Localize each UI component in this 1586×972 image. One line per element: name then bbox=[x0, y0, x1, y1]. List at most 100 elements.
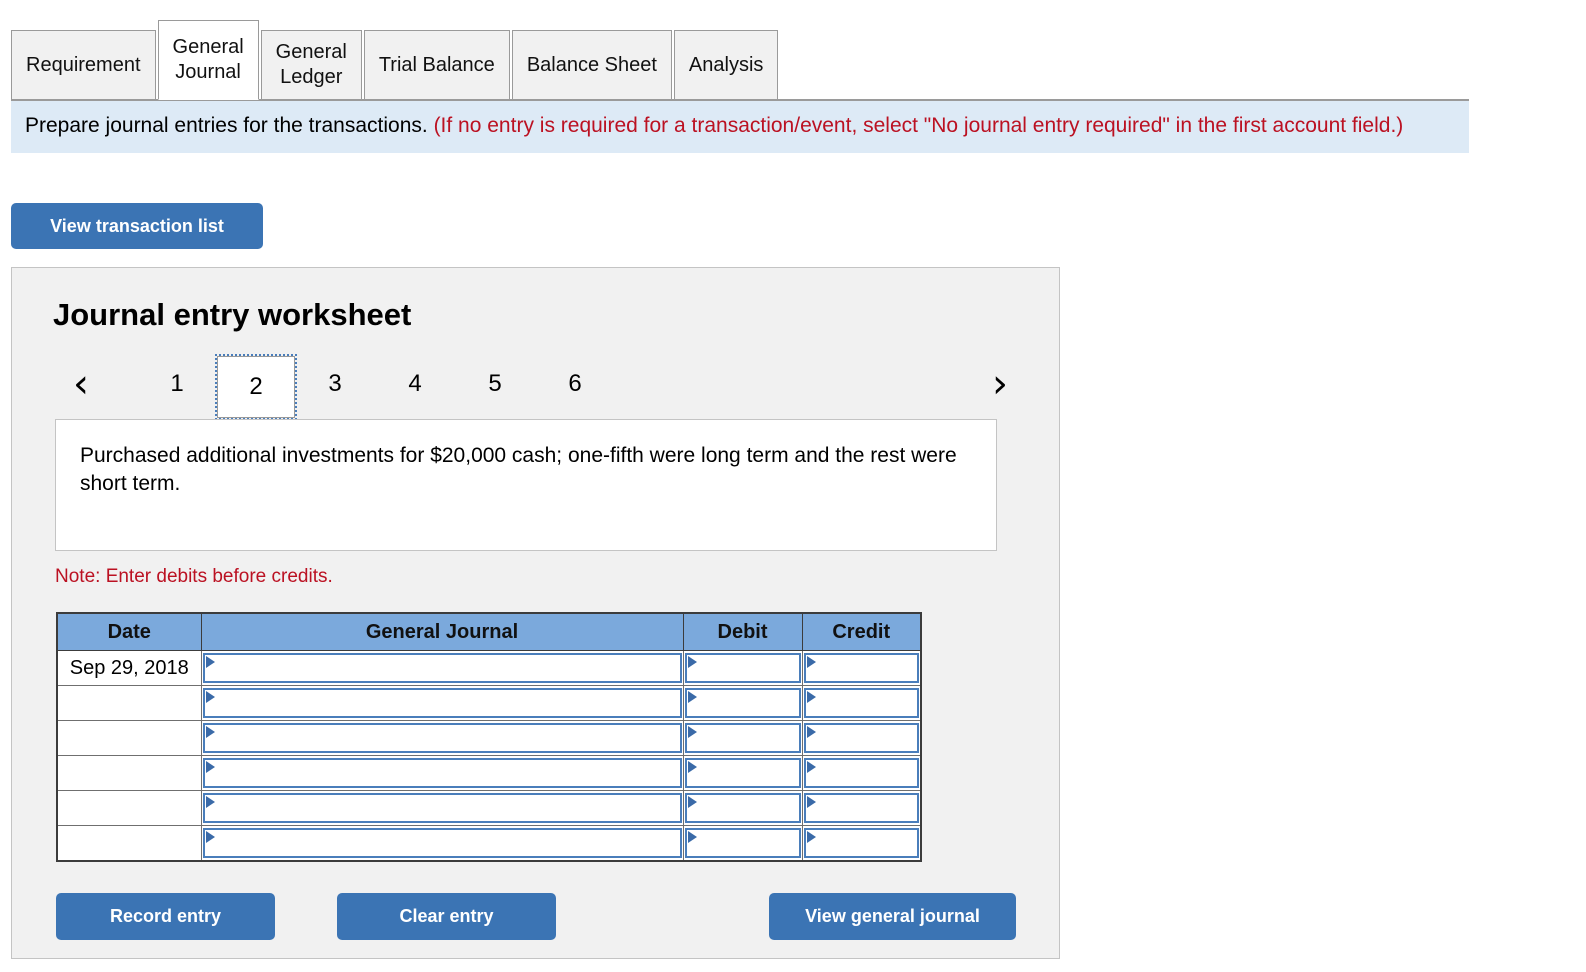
caret-right-icon bbox=[806, 830, 816, 843]
caret-right-icon bbox=[687, 795, 697, 808]
account-input-row-3[interactable] bbox=[202, 722, 682, 753]
record-entry-button[interactable]: Record entry bbox=[56, 893, 275, 940]
caret-right-icon bbox=[687, 830, 697, 843]
cell-general-journal bbox=[200, 755, 684, 791]
caret-right-icon bbox=[205, 725, 215, 738]
column-header-date: Date bbox=[56, 612, 202, 651]
column-header-general-journal: General Journal bbox=[200, 612, 684, 651]
debit-input-row-1[interactable] bbox=[684, 652, 801, 683]
cell-date bbox=[56, 790, 202, 826]
tab-trial-balance[interactable]: Trial Balance bbox=[363, 30, 510, 100]
account-input-row-4[interactable] bbox=[202, 757, 682, 788]
table-row bbox=[56, 825, 922, 862]
caret-right-icon bbox=[806, 655, 816, 668]
cell-debit bbox=[682, 720, 803, 756]
pager-page-1[interactable]: 1 bbox=[137, 356, 217, 412]
cell-credit bbox=[801, 685, 922, 721]
tab-general-ledger[interactable]: General Ledger bbox=[260, 30, 362, 100]
pager-page-3[interactable]: 3 bbox=[295, 356, 375, 412]
tab-balance-sheet[interactable]: Balance Sheet bbox=[511, 30, 672, 100]
caret-right-icon bbox=[687, 760, 697, 773]
view-transaction-list-button[interactable]: View transaction list bbox=[11, 203, 263, 249]
cell-general-journal bbox=[200, 825, 684, 862]
caret-right-icon bbox=[806, 690, 816, 703]
caret-right-icon bbox=[687, 655, 697, 668]
cell-date bbox=[56, 685, 202, 721]
chevron-right-icon[interactable]: › bbox=[980, 356, 1020, 412]
table-row bbox=[56, 685, 922, 721]
caret-right-icon bbox=[205, 690, 215, 703]
pager-page-6[interactable]: 6 bbox=[535, 356, 615, 412]
table-row bbox=[56, 790, 922, 826]
credit-input-row-3[interactable] bbox=[803, 722, 919, 753]
caret-right-icon bbox=[687, 725, 697, 738]
debit-input-row-5[interactable] bbox=[684, 792, 801, 823]
caret-right-icon bbox=[205, 655, 215, 668]
account-input-row-1[interactable] bbox=[202, 652, 682, 683]
journal-entry-table: Date General Journal Debit Credit Sep 29, 2… bbox=[56, 612, 922, 862]
pager-page-5[interactable]: 5 bbox=[455, 356, 535, 412]
caret-right-icon bbox=[806, 760, 816, 773]
table-row bbox=[56, 755, 922, 791]
table-header-row: Date General Journal Debit Credit bbox=[56, 612, 922, 651]
caret-right-icon bbox=[205, 830, 215, 843]
debit-input-row-3[interactable] bbox=[684, 722, 801, 753]
cell-debit bbox=[682, 650, 803, 686]
cell-debit bbox=[682, 755, 803, 791]
cell-general-journal bbox=[200, 790, 684, 826]
credit-input-row-5[interactable] bbox=[803, 792, 919, 823]
cell-credit bbox=[801, 720, 922, 756]
table-row: Sep 29, 2018 bbox=[56, 650, 922, 686]
debit-input-row-2[interactable] bbox=[684, 687, 801, 718]
pager-page-4[interactable]: 4 bbox=[375, 356, 455, 412]
account-input-row-5[interactable] bbox=[202, 792, 682, 823]
chevron-left-icon[interactable]: ‹ bbox=[61, 356, 101, 412]
tab-requirement[interactable]: Requirement bbox=[11, 30, 156, 100]
tab-general-journal[interactable]: General Journal bbox=[157, 20, 259, 100]
cell-credit bbox=[801, 790, 922, 826]
credit-input-row-2[interactable] bbox=[803, 687, 919, 718]
credit-input-row-1[interactable] bbox=[803, 652, 919, 683]
cell-debit bbox=[682, 685, 803, 721]
table-body: Sep 29, 2018 bbox=[56, 650, 922, 862]
journal-entry-worksheet-panel: Journal entry worksheet ‹ 123456 › Purch… bbox=[11, 267, 1060, 959]
cell-debit bbox=[682, 790, 803, 826]
credit-input-row-6[interactable] bbox=[803, 827, 919, 858]
cell-credit bbox=[801, 650, 922, 686]
caret-right-icon bbox=[806, 725, 816, 738]
pager-page-list: 123456 bbox=[137, 354, 615, 420]
credit-input-row-4[interactable] bbox=[803, 757, 919, 788]
caret-right-icon bbox=[687, 690, 697, 703]
instruction-banner: Prepare journal entries for the transact… bbox=[11, 101, 1469, 153]
caret-right-icon bbox=[205, 760, 215, 773]
cell-general-journal bbox=[200, 720, 684, 756]
worksheet-pager: ‹ 123456 › bbox=[53, 354, 1020, 420]
table-row bbox=[56, 720, 922, 756]
caret-right-icon bbox=[205, 795, 215, 808]
cell-credit bbox=[801, 755, 922, 791]
tab-analysis[interactable]: Analysis bbox=[673, 30, 779, 100]
cell-general-journal bbox=[200, 685, 684, 721]
debit-input-row-6[interactable] bbox=[684, 827, 801, 858]
debits-before-credits-note: Note: Enter debits before credits. bbox=[55, 566, 333, 587]
cell-date bbox=[56, 720, 202, 756]
instruction-hint-text: (If no entry is required for a transacti… bbox=[433, 114, 1404, 137]
tab-list: Requirement General Journal General Ledger… bbox=[11, 20, 780, 100]
clear-entry-button[interactable]: Clear entry bbox=[337, 893, 556, 940]
caret-right-icon bbox=[806, 795, 816, 808]
view-general-journal-button[interactable]: View general journal bbox=[769, 893, 1016, 940]
tab-strip: Requirement General Journal General Ledger… bbox=[0, 0, 1586, 101]
cell-date: Sep 29, 2018 bbox=[56, 650, 202, 686]
account-input-row-2[interactable] bbox=[202, 687, 682, 718]
cell-credit bbox=[801, 825, 922, 862]
column-header-credit: Credit bbox=[801, 612, 922, 651]
pager-page-2[interactable]: 2 bbox=[215, 354, 297, 420]
cell-date bbox=[56, 755, 202, 791]
transaction-description: Purchased additional investments for $20… bbox=[55, 419, 997, 551]
page-title: Journal entry worksheet bbox=[53, 297, 412, 332]
cell-debit bbox=[682, 825, 803, 862]
account-input-row-6[interactable] bbox=[202, 827, 682, 858]
debit-input-row-4[interactable] bbox=[684, 757, 801, 788]
instruction-main-text: Prepare journal entries for the transact… bbox=[25, 114, 428, 137]
cell-general-journal bbox=[200, 650, 684, 686]
